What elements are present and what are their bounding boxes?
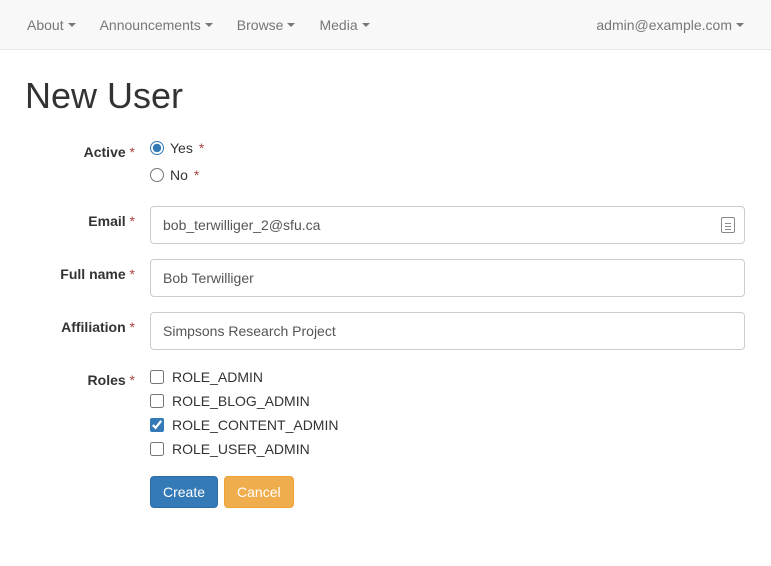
- nav-label: About: [27, 17, 64, 33]
- role-content-admin-checkbox[interactable]: [150, 418, 164, 432]
- label-text: Roles: [88, 372, 126, 388]
- label-email: Email *: [25, 206, 150, 229]
- role-label: ROLE_CONTENT_ADMIN: [172, 417, 338, 433]
- chevron-down-icon: [287, 23, 295, 27]
- row-email: Email *: [25, 206, 746, 244]
- chevron-down-icon: [68, 23, 76, 27]
- create-button[interactable]: Create: [150, 476, 218, 508]
- affiliation-wrap: [150, 312, 745, 350]
- radio-yes-label: Yes: [170, 140, 193, 156]
- email-wrap: [150, 206, 745, 244]
- role-admin-checkbox[interactable]: [150, 370, 164, 384]
- radio-no-label: No: [170, 167, 188, 183]
- nav-about[interactable]: About: [15, 2, 88, 48]
- role-user-admin[interactable]: ROLE_USER_ADMIN: [150, 437, 745, 461]
- row-active: Active * Yes * No *: [25, 137, 746, 191]
- label-text: Affiliation: [61, 319, 126, 335]
- affiliation-field[interactable]: [150, 312, 745, 350]
- label-fullname: Full name *: [25, 259, 150, 282]
- nav-user-menu[interactable]: admin@example.com: [584, 2, 756, 48]
- chevron-down-icon: [736, 23, 744, 27]
- chevron-down-icon: [362, 23, 370, 27]
- role-blog-admin-checkbox[interactable]: [150, 394, 164, 408]
- contacts-icon[interactable]: [721, 217, 735, 233]
- role-label: ROLE_ADMIN: [172, 369, 263, 385]
- label-text: Email: [88, 213, 125, 229]
- required-marker: *: [199, 140, 204, 156]
- nav-browse[interactable]: Browse: [225, 2, 308, 48]
- role-label: ROLE_BLOG_ADMIN: [172, 393, 310, 409]
- required-marker: *: [130, 213, 135, 229]
- nav-label: Browse: [237, 17, 284, 33]
- required-marker: *: [130, 266, 135, 282]
- role-admin[interactable]: ROLE_ADMIN: [150, 365, 745, 389]
- row-roles: Roles * ROLE_ADMIN ROLE_BLOG_ADMIN ROLE_…: [25, 365, 746, 508]
- required-marker: *: [130, 372, 135, 388]
- label-text: Active: [84, 144, 126, 160]
- label-affiliation: Affiliation *: [25, 312, 150, 335]
- nav-label: Announcements: [100, 17, 201, 33]
- role-blog-admin[interactable]: ROLE_BLOG_ADMIN: [150, 389, 745, 413]
- role-user-admin-checkbox[interactable]: [150, 442, 164, 456]
- main-content: New User Active * Yes * No * Email *: [0, 50, 771, 548]
- label-active: Active *: [25, 137, 150, 160]
- fullname-wrap: [150, 259, 745, 297]
- radio-yes[interactable]: Yes *: [150, 137, 745, 164]
- fullname-field[interactable]: [150, 259, 745, 297]
- active-options: Yes * No *: [150, 137, 745, 191]
- email-field[interactable]: [150, 206, 745, 244]
- role-label: ROLE_USER_ADMIN: [172, 441, 310, 457]
- nav-left: About Announcements Browse Media: [15, 2, 382, 48]
- button-row: Create Cancel: [150, 476, 745, 508]
- radio-yes-input[interactable]: [150, 141, 164, 155]
- page-title: New User: [25, 75, 746, 117]
- nav-user-label: admin@example.com: [596, 17, 732, 33]
- navbar: About Announcements Browse Media admin@e…: [0, 0, 771, 50]
- required-marker: *: [130, 319, 135, 335]
- radio-no[interactable]: No *: [150, 164, 745, 191]
- required-marker: *: [130, 144, 135, 160]
- nav-label: Media: [319, 17, 357, 33]
- nav-right: admin@example.com: [584, 2, 756, 48]
- label-text: Full name: [60, 266, 125, 282]
- nav-announcements[interactable]: Announcements: [88, 2, 225, 48]
- chevron-down-icon: [205, 23, 213, 27]
- role-content-admin[interactable]: ROLE_CONTENT_ADMIN: [150, 413, 745, 437]
- cancel-button[interactable]: Cancel: [224, 476, 294, 508]
- radio-no-input[interactable]: [150, 168, 164, 182]
- nav-media[interactable]: Media: [307, 2, 381, 48]
- row-affiliation: Affiliation *: [25, 312, 746, 350]
- label-roles: Roles *: [25, 365, 150, 388]
- required-marker: *: [194, 167, 199, 183]
- row-fullname: Full name *: [25, 259, 746, 297]
- roles-options: ROLE_ADMIN ROLE_BLOG_ADMIN ROLE_CONTENT_…: [150, 365, 745, 508]
